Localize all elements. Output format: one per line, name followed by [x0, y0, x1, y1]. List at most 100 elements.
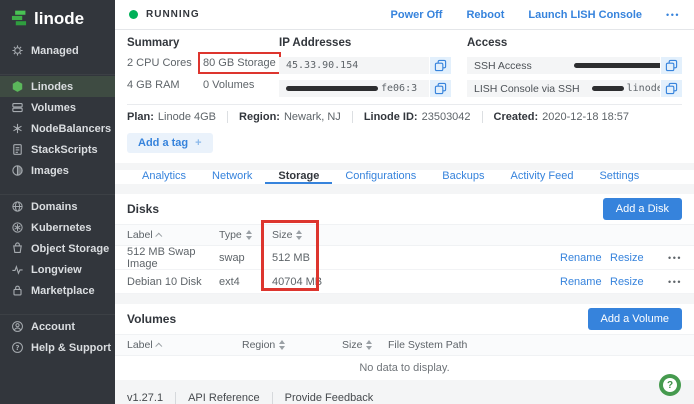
sidebar-item-domains[interactable]: Domains [0, 196, 115, 217]
copy-ssh-button[interactable] [661, 57, 682, 74]
rename-disk-button[interactable]: Rename [560, 276, 610, 288]
nav-group-managed: Managed [0, 40, 115, 61]
disk-row-more-icon[interactable]: ••• [656, 277, 682, 287]
disks-col-label[interactable]: Label [127, 229, 219, 241]
linode-status-bar: RUNNING Power Off Reboot Launch LISH Con… [115, 0, 694, 30]
sidebar-item-managed[interactable]: Managed [0, 40, 115, 61]
marketplace-icon [13, 285, 22, 296]
volumes-col-region[interactable]: Region [242, 339, 342, 351]
object-storage-icon [13, 242, 22, 254]
add-disk-button[interactable]: Add a Disk [602, 198, 682, 220]
copy-ipv4-button[interactable] [430, 57, 451, 74]
volumes-col-label[interactable]: Label [127, 339, 242, 351]
sort-ascending-icon [154, 342, 163, 350]
region-label: Region: [239, 111, 280, 123]
kubernetes-icon [12, 222, 23, 233]
disks-title: Disks [127, 202, 160, 216]
ip-addresses-title: IP Addresses [279, 37, 352, 49]
stackscripts-icon [13, 144, 22, 155]
sidebar-item-help-support[interactable]: ? Help & Support [0, 337, 115, 358]
copy-icon [434, 59, 447, 72]
sidebar-nav: Managed Linodes Volumes NodeBalancers St… [0, 40, 115, 358]
nav-group-services: Domains Kubernetes Object Storage Longvi… [0, 194, 115, 301]
provide-feedback-link[interactable]: Provide Feedback [271, 392, 386, 404]
volumes-title: Volumes [127, 312, 177, 326]
volumes-col-size[interactable]: Size [342, 339, 388, 351]
account-icon [12, 321, 23, 332]
sort-icon [366, 340, 373, 350]
region-meta: Region: Newark, NJ [227, 111, 352, 123]
reboot-button[interactable]: Reboot [466, 9, 504, 21]
copy-ipv6-button[interactable] [430, 80, 451, 97]
sidebar-item-longview[interactable]: Longview [0, 259, 115, 280]
ipv6-address: fe06:3 [279, 80, 429, 97]
access-section: Access SSH Access 4 [467, 37, 682, 103]
ssh-access-row: SSH Access 4 [467, 57, 682, 74]
copy-icon [665, 59, 678, 72]
add-volume-button[interactable]: Add a Volume [587, 308, 682, 330]
sidebar-item-nodebalancers[interactable]: NodeBalancers [0, 118, 115, 139]
sidebar-item-kubernetes[interactable]: Kubernetes [0, 217, 115, 238]
summary-ram: 4 GB RAM [127, 79, 180, 91]
status-badge: RUNNING [146, 9, 200, 20]
sidebar: linode Managed Linodes Volumes NodeBalan… [0, 0, 115, 404]
disks-col-size[interactable]: Size [272, 229, 400, 241]
tab-backups[interactable]: Backups [429, 170, 497, 184]
tab-network[interactable]: Network [199, 170, 265, 184]
tab-storage[interactable]: Storage [265, 170, 333, 184]
tab-analytics[interactable]: Analytics [129, 170, 199, 184]
tab-activity-feed[interactable]: Activity Feed [497, 170, 586, 184]
sidebar-item-object-storage[interactable]: Object Storage [0, 238, 115, 259]
tab-settings[interactable]: Settings [586, 170, 652, 184]
created-value: 2020-12-18 18:57 [542, 111, 630, 123]
summary-title: Summary [127, 37, 180, 49]
redaction-scribble [286, 86, 378, 91]
disk-type: swap [219, 252, 245, 264]
api-reference-link[interactable]: API Reference [175, 392, 272, 404]
sidebar-item-label: Volumes [31, 101, 77, 114]
sidebar-item-account[interactable]: Account [0, 316, 115, 337]
nav-group-compute: Linodes Volumes NodeBalancers StackScrip… [0, 74, 115, 181]
sidebar-item-label: Domains [31, 200, 78, 213]
app-window: linode Managed Linodes Volumes NodeBalan… [0, 0, 694, 404]
sidebar-item-linodes[interactable]: Linodes [0, 76, 115, 97]
ip-addresses-section: IP Addresses 45.33.90.154 fe06:3 [279, 37, 467, 103]
volumes-col-fs-path: File System Path [388, 339, 468, 351]
summary-section: Summary 2 CPU Cores 80 GB Storage 4 GB R… [127, 37, 281, 103]
linode-logo[interactable]: linode [0, 0, 115, 38]
app-version: v1.27.1 [127, 392, 164, 404]
sidebar-item-marketplace[interactable]: Marketplace [0, 280, 115, 301]
linode-id-value: 23503042 [421, 111, 471, 123]
sidebar-item-images[interactable]: Images [0, 160, 115, 181]
launch-lish-console-button[interactable]: Launch LISH Console [528, 9, 642, 21]
region-value: Newark, NJ [283, 111, 341, 123]
tags-row: Add a tag + [127, 129, 682, 163]
copy-lish-button[interactable] [661, 80, 682, 97]
rename-disk-button[interactable]: Rename [560, 252, 610, 264]
sidebar-item-label: NodeBalancers [31, 122, 112, 135]
longview-icon [12, 265, 23, 275]
disks-col-type[interactable]: Type [219, 229, 272, 241]
add-tag-button[interactable]: Add a tag + [127, 133, 213, 153]
linodes-icon [12, 81, 23, 92]
resize-disk-button[interactable]: Resize [610, 276, 656, 288]
main-content: RUNNING Power Off Reboot Launch LISH Con… [115, 0, 694, 404]
sidebar-item-stackscripts[interactable]: StackScripts [0, 139, 115, 160]
question-mark-icon: ? [663, 378, 677, 392]
tab-configurations[interactable]: Configurations [332, 170, 429, 184]
disk-row-more-icon[interactable]: ••• [656, 253, 682, 263]
disk-row-debian: Debian 10 Disk ext4 40704 MB Rename Resi… [115, 270, 694, 294]
lish-access-row: LISH Console via SSH linode-demo123 [467, 80, 682, 97]
volumes-card: Volumes Add a Volume Label Region Size F… [115, 304, 694, 380]
sidebar-item-label: Object Storage [31, 242, 110, 255]
disks-table-header: Label Type Size [115, 224, 694, 246]
resize-disk-button[interactable]: Resize [610, 252, 656, 264]
power-off-button[interactable]: Power Off [391, 9, 443, 21]
sidebar-item-label: Images [31, 164, 69, 177]
more-actions-icon[interactable]: ••• [666, 10, 680, 20]
help-floating-button[interactable]: ? [659, 374, 681, 396]
access-title: Access [467, 37, 508, 49]
redaction-scribble [591, 86, 624, 91]
sidebar-item-volumes[interactable]: Volumes [0, 97, 115, 118]
linode-logo-icon [11, 10, 27, 26]
